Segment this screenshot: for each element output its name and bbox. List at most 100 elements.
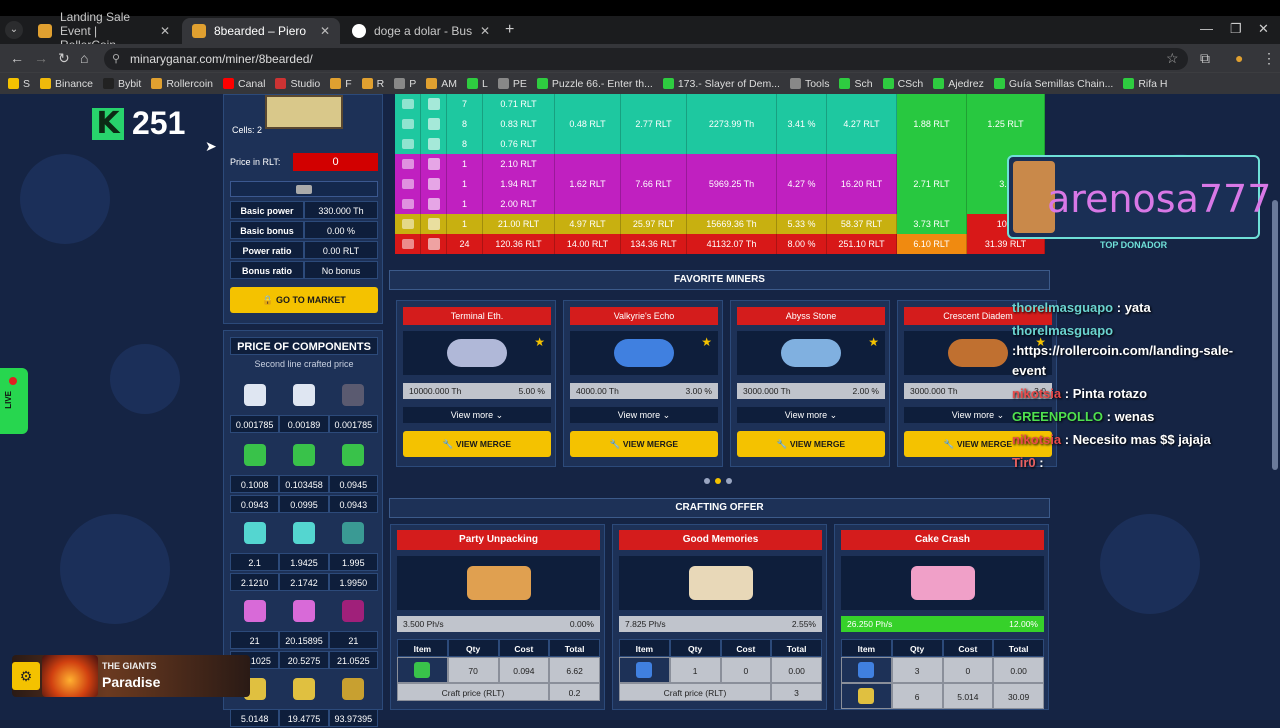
component-icon <box>427 198 440 210</box>
bookmark-icon <box>662 78 674 89</box>
bookmark-item[interactable]: Ajedrez <box>933 78 984 90</box>
chat-message: nikotsia : Pinta rotazo <box>1012 384 1252 404</box>
live-badge[interactable]: LIVE <box>0 368 28 434</box>
bookmark-icon <box>151 78 163 89</box>
close-tab-icon[interactable]: ✕ <box>320 24 330 38</box>
favorite-miner-card: Terminal Eth. ★ 10000.000 Th 5.00 % View mor… <box>396 300 556 467</box>
view-more-button[interactable]: View more ⌄ <box>570 407 718 423</box>
bookmark-item[interactable]: Rifa H <box>1123 78 1168 90</box>
component-icon <box>292 678 315 700</box>
reload-icon[interactable]: ↻ <box>58 50 70 67</box>
slider-handle[interactable] <box>296 185 312 194</box>
component-crafted-price: 0.0943 <box>230 495 280 513</box>
bookmark-item[interactable]: P <box>394 78 416 90</box>
bookmark-item[interactable]: 173.- Slayer of Dem... <box>662 78 780 90</box>
tab-search-icon[interactable]: ⌄ <box>5 21 23 39</box>
home-icon[interactable]: ⌂ <box>80 50 88 66</box>
miner-art <box>948 339 1008 367</box>
view-more-button[interactable]: View more ⌄ <box>737 407 885 423</box>
components-title: PRICE OF COMPONENTS <box>230 337 378 355</box>
bookmark-item[interactable]: Guía Semillas Chain... <box>993 78 1113 90</box>
extensions-icon[interactable]: ⧉ <box>1200 50 1210 67</box>
bookmark-star-icon[interactable]: ☆ <box>1166 50 1179 67</box>
chat-text: yata <box>1124 300 1151 315</box>
minimize-icon[interactable]: — <box>1200 21 1213 36</box>
rates-cell <box>827 154 897 174</box>
price-value[interactable]: 0 <box>293 153 378 171</box>
favorite-star-icon[interactable]: ★ <box>868 335 879 349</box>
bookmark-item[interactable]: Tools <box>789 78 829 90</box>
gear-icon[interactable]: ⚙ <box>12 662 40 690</box>
forward-icon[interactable]: → <box>34 50 48 66</box>
bookmark-item[interactable]: Puzzle 66.- Enter th... <box>536 78 653 90</box>
miner-image: ★ <box>737 331 885 375</box>
component-icons-row <box>230 673 378 705</box>
bookmark-item[interactable]: R <box>361 78 384 90</box>
offer-image <box>619 556 822 610</box>
chevron-down-icon: ⌄ <box>493 410 504 420</box>
table-cell: 0.00 <box>771 657 822 683</box>
rates-cell: 7.66 RLT <box>621 174 687 194</box>
bookmark-item[interactable]: AM <box>426 78 457 90</box>
offer-power: 26.250 Ph/s <box>847 619 893 629</box>
back-icon[interactable]: ← <box>10 50 24 66</box>
wrench-icon: 🔧 <box>776 439 790 449</box>
tab-8bearded[interactable]: 8bearded – Piero ✕ <box>182 18 340 44</box>
component-icon <box>342 444 365 466</box>
bookmark-item[interactable]: S <box>8 78 30 90</box>
bookmark-item[interactable]: Canal <box>223 78 265 90</box>
bookmark-item[interactable]: Bybit <box>102 78 141 90</box>
component-icon <box>427 118 440 130</box>
rates-cell <box>897 154 967 174</box>
rates-cell: 2.77 RLT <box>621 114 687 134</box>
item-icon <box>636 662 653 678</box>
carousel-dots[interactable] <box>704 478 732 484</box>
view-merge-button[interactable]: 🔧 VIEW MERGE <box>737 431 885 457</box>
component-icon <box>292 600 315 622</box>
site-info-icon[interactable]: ⚲ <box>112 48 120 70</box>
component-price: 0.00189 <box>279 415 329 433</box>
music-artist: THE GIANTS <box>102 661 157 671</box>
component-icon <box>427 178 440 190</box>
view-more-button[interactable]: View more ⌄ <box>403 407 551 423</box>
bookmark-item[interactable]: Rollercoin <box>151 78 213 90</box>
item-icon <box>858 688 875 704</box>
rates-cell: 6.10 RLT <box>897 234 967 254</box>
stat-value: No bonus <box>304 261 378 279</box>
rates-cell: 4.27 % <box>777 174 827 194</box>
bookmark-item[interactable]: Sch <box>839 78 873 90</box>
restore-icon[interactable]: ❐ <box>1230 21 1242 37</box>
close-window-icon[interactable]: ✕ <box>1258 21 1269 37</box>
carousel-dot[interactable] <box>704 478 710 484</box>
favorite-star-icon[interactable]: ★ <box>701 335 712 349</box>
scrollbar[interactable] <box>1272 200 1278 470</box>
bookmark-item[interactable]: PE <box>497 78 527 90</box>
stat-key: Basic power <box>230 201 304 219</box>
favorite-star-icon[interactable]: ★ <box>534 335 545 349</box>
menu-icon[interactable]: ⋮ <box>1262 50 1276 67</box>
craft-price-value: 0.2 <box>549 683 600 701</box>
stat-row: Bonus ratio No bonus <box>230 261 378 279</box>
tab-google-search[interactable]: doge a dolar - Buscar con Goo ✕ <box>342 18 500 44</box>
miner-power: 10000.000 Th <box>409 386 462 396</box>
close-tab-icon[interactable]: ✕ <box>160 24 170 38</box>
bookmark-item[interactable]: Binance <box>40 78 93 90</box>
profile-icon[interactable]: ● <box>1235 50 1243 66</box>
view-merge-button[interactable]: 🔧 VIEW MERGE <box>403 431 551 457</box>
bookmark-item[interactable]: F <box>330 78 352 90</box>
bookmark-item[interactable]: L <box>467 78 488 90</box>
bookmark-item[interactable]: Studio <box>275 78 320 90</box>
go-to-market-button[interactable]: 🔒 GO TO MARKET <box>230 287 378 313</box>
rates-row: 8 0.83 RLT 0.48 RLT 2.77 RLT 2273.99 Th 3.41 … <box>395 114 1045 134</box>
bookmark-item[interactable]: CSch <box>882 78 923 90</box>
carousel-dot[interactable] <box>726 478 732 484</box>
chat-separator: : <box>1061 432 1073 447</box>
new-tab-button[interactable]: + <box>505 21 514 39</box>
carousel-dot[interactable] <box>715 478 721 484</box>
tab-rollercoin[interactable]: Landing Sale Event | RollerCoin ✕ <box>28 10 180 52</box>
chat-username: thorelmasguapo <box>1012 323 1114 338</box>
address-bar[interactable]: ⚲ minaryganar.com/miner/8bearded/ <box>104 48 1188 70</box>
price-slider[interactable] <box>230 181 378 197</box>
close-tab-icon[interactable]: ✕ <box>480 24 490 38</box>
view-merge-button[interactable]: 🔧 VIEW MERGE <box>570 431 718 457</box>
